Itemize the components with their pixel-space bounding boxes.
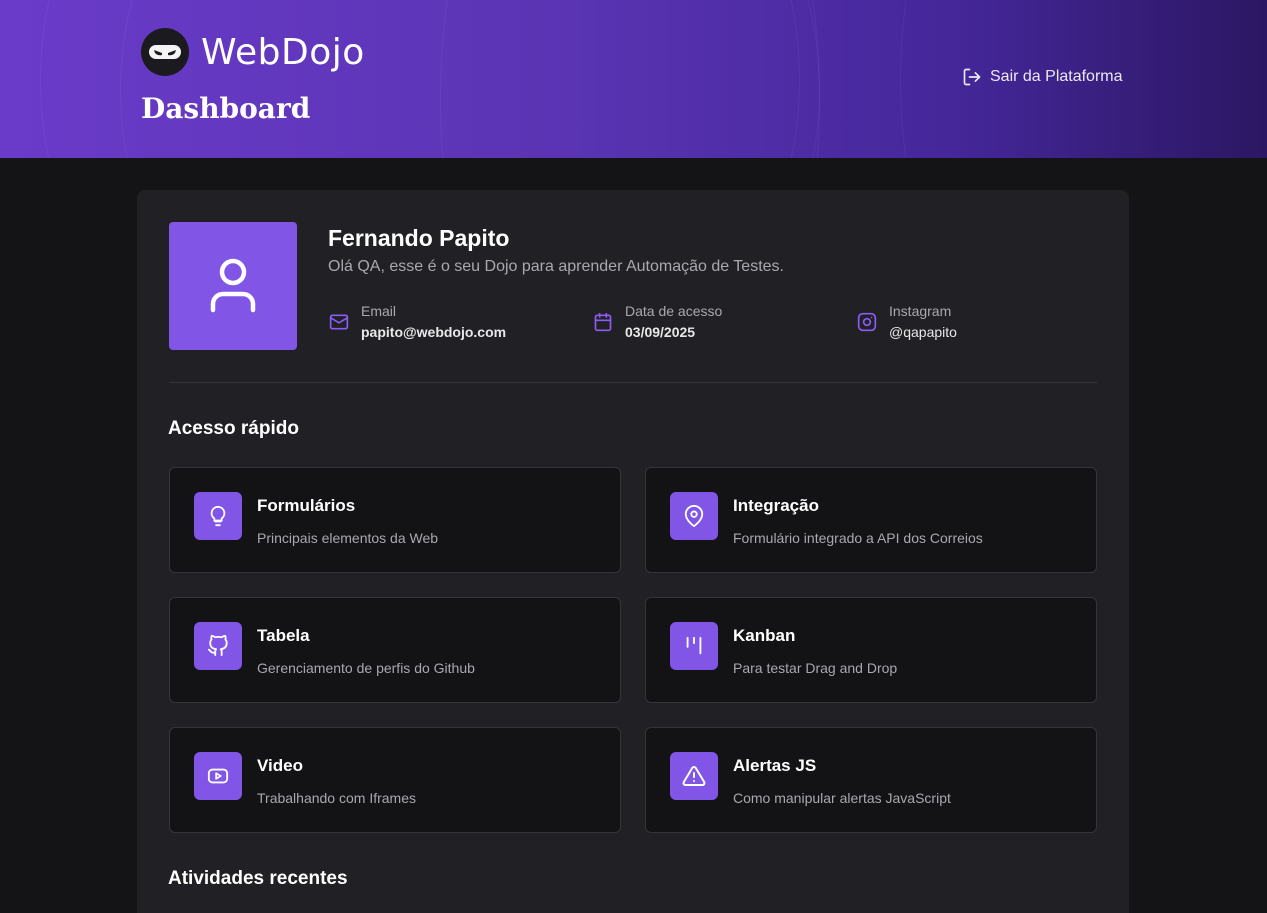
youtube-icon (194, 752, 242, 800)
github-icon (194, 622, 242, 670)
user-name: Fernando Papito (328, 225, 510, 251)
quick-access-desc: Como manipular alertas JavaScript (733, 790, 951, 806)
ninja-icon (141, 28, 189, 76)
quick-access-title-text: Kanban (733, 626, 796, 645)
logout-icon (963, 68, 981, 86)
lightbulb-icon (194, 492, 242, 540)
recent-activities-title: Atividades recentes (168, 868, 348, 889)
quick-access-integracao[interactable]: Integração Formulário integrado a API do… (645, 467, 1097, 573)
quick-access-title-text: Formulários (257, 496, 356, 515)
quick-access-desc: Principais elementos da Web (257, 530, 439, 546)
info-instagram: Instagram @qapapito (857, 303, 957, 340)
email-value: papito@webdojo.com (361, 324, 507, 340)
quick-access-title-text: Integração (733, 496, 819, 515)
instagram-icon (857, 312, 877, 331)
map-pin-icon (670, 492, 718, 540)
logout-label: Sair da Plataforma (990, 68, 1123, 85)
instagram-value[interactable]: @qapapito (889, 324, 957, 340)
divider (169, 382, 1097, 383)
quick-access-desc: Gerenciamento de perfis do Github (257, 660, 475, 676)
dashboard-card: Fernando Papito Olá QA, esse é o seu Doj… (137, 190, 1129, 913)
quick-access-title-text: Video (257, 756, 303, 775)
brand-logo[interactable]: WebDojo (141, 28, 365, 76)
page-title: Dashboard (141, 92, 311, 125)
access-label: Data de acesso (625, 303, 723, 319)
quick-access-alertas[interactable]: Alertas JS Como manipular alertas JavaSc… (645, 727, 1097, 833)
kanban-icon (670, 622, 718, 670)
quick-access-title-text: Alertas JS (733, 756, 817, 775)
quick-access-formularios[interactable]: Formulários Principais elementos da Web (169, 467, 621, 573)
avatar (169, 222, 297, 350)
instagram-label: Instagram (889, 303, 952, 319)
brand-name: WebDojo (201, 31, 365, 73)
info-email: Email papito@webdojo.com (329, 303, 506, 340)
quick-access-tabela[interactable]: Tabela Gerenciamento de perfis do Github (169, 597, 621, 703)
access-value: 03/09/2025 (625, 324, 696, 340)
logout-button[interactable]: Sair da Plataforma (962, 67, 1123, 87)
mail-icon (329, 314, 349, 329)
calendar-icon (594, 312, 612, 331)
info-access-date: Data de acesso 03/09/2025 (593, 303, 722, 340)
quick-access-title-text: Tabela (257, 626, 310, 645)
quick-access-title: Acesso rápido (168, 418, 299, 439)
alert-triangle-icon (670, 752, 718, 800)
quick-access-desc: Trabalhando com Iframes (257, 790, 416, 806)
quick-access-kanban[interactable]: Kanban Para testar Drag and Drop (645, 597, 1097, 703)
quick-access-desc: Formulário integrado a API dos Correios (733, 530, 983, 546)
quick-access-video[interactable]: Video Trabalhando com Iframes (169, 727, 621, 833)
user-greeting: Olá QA, esse é o seu Dojo para aprender … (328, 258, 784, 275)
user-icon (210, 258, 256, 313)
email-label: Email (361, 303, 397, 319)
header-banner: WebDojo Dashboard Sair da Plataforma (0, 0, 1267, 158)
quick-access-desc: Para testar Drag and Drop (733, 660, 898, 676)
